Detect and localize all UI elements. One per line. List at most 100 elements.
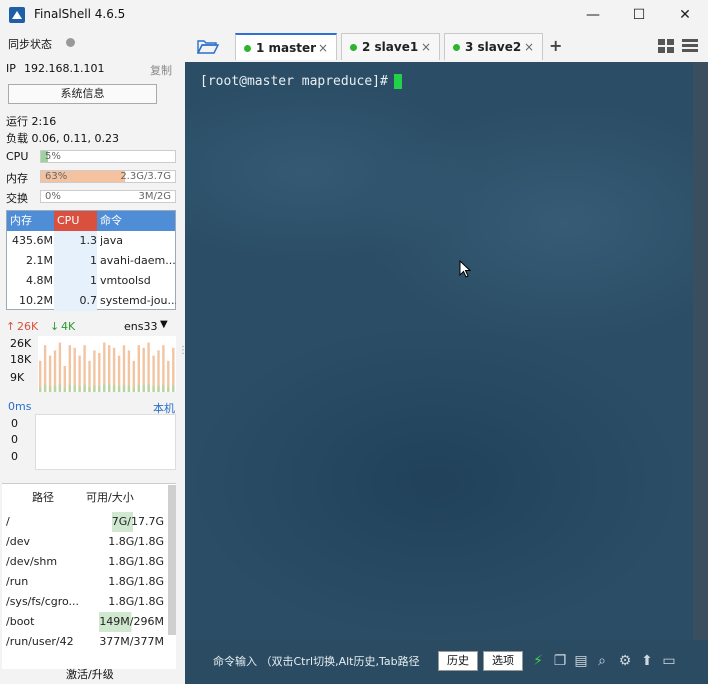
chevron-down-icon[interactable]: ▼ <box>160 319 168 330</box>
net-download-bar <box>73 385 76 392</box>
tab-label: 2 slave1 <box>362 40 419 54</box>
disk-header-path[interactable]: 路径 <box>32 488 54 508</box>
disk-path: / <box>6 515 10 528</box>
list-layout-icon[interactable] <box>682 39 698 53</box>
memory-detail: 2.3G/3.7G <box>120 171 171 182</box>
terminal-scrollbar[interactable] <box>693 62 708 640</box>
close-button[interactable]: ✕ <box>662 0 708 30</box>
process-command: java <box>100 234 124 247</box>
process-header-memory[interactable]: 内存 <box>7 211 54 231</box>
disk-row[interactable]: /boot 149M/296M <box>2 612 172 632</box>
disk-row[interactable]: / 7G/17.7G <box>2 512 172 532</box>
process-row[interactable]: 10.2M 0.7 systemd-jou... <box>7 291 176 311</box>
net-download-bar <box>88 387 91 392</box>
history-button[interactable]: 历史 <box>438 651 478 671</box>
tab-slave2[interactable]: 3 slave2 × <box>444 33 543 60</box>
disk-header-size[interactable]: 可用/大小 <box>86 488 134 508</box>
tab-master[interactable]: 1 master × <box>235 33 337 60</box>
disk-row[interactable]: /dev/shm 1.8G/1.8G <box>2 552 172 572</box>
net-download-bar <box>83 384 86 392</box>
net-download-bar <box>48 386 52 392</box>
add-tab-button[interactable]: + <box>549 36 562 55</box>
copy-icon[interactable]: ❐ <box>551 651 569 671</box>
close-tab-icon[interactable]: × <box>318 35 328 61</box>
process-cpu: 1 <box>54 271 97 291</box>
net-download-bar <box>147 384 150 392</box>
net-download-bar <box>137 384 140 392</box>
swap-usage-bar: 0% 3M/2G <box>40 190 176 203</box>
disk-size: 7G/17.7G <box>111 512 164 532</box>
process-row[interactable]: 2.1M 1 avahi-daem... <box>7 251 176 271</box>
net-download-bar <box>132 387 135 392</box>
network-traffic-chart <box>38 336 176 392</box>
disk-row[interactable]: /dev 1.8G/1.8G <box>2 532 172 552</box>
process-row[interactable]: 435.6M 1.3 java <box>7 231 175 251</box>
process-header-cpu[interactable]: CPU <box>54 211 97 231</box>
maximize-button[interactable]: ☐ <box>616 0 662 30</box>
window-icon[interactable]: ▭ <box>660 651 678 671</box>
command-input-field[interactable]: 命令输入 （双击Ctrl切换,Alt历史,Tab路径 <box>213 653 435 669</box>
latency-label: 0ms <box>8 400 32 413</box>
net-download-bar <box>103 384 106 392</box>
process-row[interactable]: 4.8M 1 vmtoolsd <box>7 271 175 291</box>
net-download-bar <box>152 386 155 392</box>
process-command: avahi-daem... <box>100 254 176 267</box>
net-download-bar <box>157 385 160 392</box>
close-tab-icon[interactable]: × <box>524 34 534 60</box>
lightning-icon[interactable]: ⚡ <box>529 651 547 671</box>
tab-slave1[interactable]: 2 slave1 × <box>341 33 440 60</box>
disk-header-row: 路径 可用/大小 <box>2 488 172 510</box>
disk-scrollbar[interactable] <box>168 485 176 635</box>
latency-value: 0 <box>11 450 18 463</box>
folder-open-icon[interactable] <box>197 38 219 54</box>
tab-label: 1 master <box>256 41 317 55</box>
disk-row[interactable]: /sys/fs/cgro... 1.8G/1.8G <box>2 592 172 612</box>
gear-icon[interactable]: ⚙ <box>616 651 634 671</box>
network-interface-select[interactable]: ens33 <box>124 320 157 333</box>
minimize-button[interactable]: — <box>570 0 616 30</box>
load-average-text: 负载 0.06, 0.11, 0.23 <box>6 132 119 145</box>
terminal-area[interactable]: [root@master mapreduce]# <box>185 62 693 640</box>
net-download-bar <box>108 384 111 392</box>
disk-path: /sys/fs/cgro... <box>6 595 80 608</box>
sidebar: 同步状态 IP 192.168.1.101 复制 系统信息 运行 2:16 负载… <box>0 30 188 684</box>
cpu-percent: 5% <box>45 151 61 162</box>
latency-value: 0 <box>11 433 18 446</box>
tab-label: 3 slave2 <box>465 40 522 54</box>
disk-path: /boot <box>6 615 35 628</box>
search-icon[interactable]: ⌕ <box>593 651 611 671</box>
disk-row[interactable]: /run 1.8G/1.8G <box>2 572 172 592</box>
process-command: vmtoolsd <box>100 274 151 287</box>
arrow-up-icon[interactable]: ⬆ <box>638 651 656 671</box>
net-download-bar <box>112 385 116 392</box>
copy-ip-link[interactable]: 复制 <box>150 62 172 78</box>
process-header-command[interactable]: 命令 <box>97 211 175 231</box>
disk-row[interactable]: /run/user/42 377M/377M <box>2 632 172 652</box>
process-cpu: 1.3 <box>54 231 97 251</box>
disk-path: /run <box>6 575 29 588</box>
system-info-button[interactable]: 系统信息 <box>8 84 157 104</box>
download-arrow-icon: ↓ <box>50 320 60 333</box>
activate-upgrade-link[interactable]: 激活/升级 <box>66 666 114 682</box>
close-tab-icon[interactable]: × <box>421 34 431 60</box>
grid-layout-icon[interactable] <box>658 39 674 53</box>
net-download-bar <box>122 384 126 392</box>
process-memory: 435.6M <box>12 234 53 247</box>
net-download-bar <box>68 384 71 392</box>
net-download-bar <box>162 384 165 392</box>
disk-path: /dev <box>6 535 30 548</box>
ip-value: 192.168.1.101 <box>24 62 105 75</box>
disk-table: 路径 可用/大小 / 7G/17.7G/dev 1.8G/1.8G/dev/shm 1… <box>2 483 176 669</box>
title-bar: FinalShell 4.6.5 — ☐ ✕ <box>0 0 708 30</box>
net-download-bar <box>43 384 47 392</box>
latency-chart <box>35 414 176 470</box>
net-download-bar <box>63 388 66 392</box>
disk-size: 377M/377M <box>99 635 164 648</box>
disk-path: /dev/shm <box>6 555 58 568</box>
options-button[interactable]: 选项 <box>483 651 523 671</box>
terminal-prompt: [root@master mapreduce]# <box>200 74 402 89</box>
net-download-bar <box>117 386 121 392</box>
net-download-bar <box>78 386 81 392</box>
paste-icon[interactable]: ▤ <box>572 651 590 671</box>
disk-size: 1.8G/1.8G <box>108 535 164 548</box>
